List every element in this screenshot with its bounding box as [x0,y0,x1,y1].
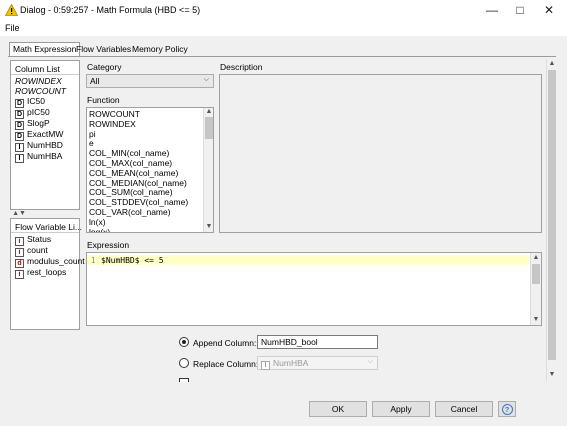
dialog-scrollbar[interactable]: ▲ ▼ [546,59,556,381]
function-item[interactable]: ln(x) [89,217,106,227]
integer-type-icon: I [15,154,24,163]
line-number: 1 [91,256,96,265]
flow-variable-item[interactable]: i rest_loops [15,267,66,279]
function-item[interactable]: ROWINDEX [89,119,136,129]
tab-math-expression[interactable]: Math Expression [9,42,81,57]
scroll-down-icon[interactable]: ▼ [547,371,557,379]
integer-variable-icon: i [15,270,24,279]
scroll-up-icon[interactable]: ▲ [531,254,541,262]
function-item[interactable]: COL_MEDIAN(col_name) [89,178,187,188]
column-list-panel: Column List ROWINDEX ROWCOUNT D IC50 DpIC… [10,60,80,210]
function-list: ROWCOUNT ROWINDEX pi e COL_MIN(col_name) COL_… [86,107,214,233]
scroll-down-icon[interactable]: ▼ [531,316,541,324]
minimize-icon[interactable]: — [480,2,504,19]
append-column-label: Append Column: [193,338,257,348]
replace-column-select[interactable]: I NumHBA ⌵ [257,356,378,370]
ok-button[interactable]: OK [309,401,367,417]
function-item[interactable]: e [89,138,94,148]
scroll-thumb[interactable] [205,117,213,139]
column-list-header: Column List [15,64,60,74]
append-column-radio[interactable] [179,337,189,347]
category-select[interactable]: All ⌵ [86,74,214,88]
window-title: Dialog - 0:59:257 - Math Formula (HBD <=… [20,5,201,15]
category-label: Category [87,62,122,72]
apply-button[interactable]: Apply [372,401,430,417]
help-icon: ? [501,404,513,415]
expression-scrollbar[interactable]: ▲ ▼ [530,253,541,325]
chevron-down-icon: ⌵ [203,76,209,83]
function-scrollbar[interactable]: ▲ ▼ [203,108,213,232]
tab-flow-variables[interactable]: Flow Variables [73,43,134,56]
function-item[interactable]: COL_SUM(col_name) [89,187,173,197]
replace-column-radio[interactable] [179,358,189,368]
column-item[interactable]: ROWCOUNT [15,86,66,96]
description-label: Description [220,62,263,72]
expression-editor[interactable]: 1 $NumHBD$ <= 5 ▲ ▼ [86,252,542,326]
function-item[interactable]: ROWCOUNT [89,109,140,119]
menu-file[interactable]: File [5,23,20,33]
description-area [219,74,542,233]
scroll-thumb[interactable] [548,70,556,360]
scroll-up-icon[interactable]: ▲ [204,108,213,116]
category-selected-value: All [90,76,100,86]
replace-column-label: Replace Column: [193,359,259,369]
function-item[interactable]: COL_MAX(col_name) [89,158,172,168]
cancel-button[interactable]: Cancel [435,401,493,417]
function-item[interactable]: log(x) [89,227,110,232]
chevron-down-icon: ⌵ [367,358,373,365]
function-label: Function [87,95,120,105]
replace-column-value: NumHBA [273,358,309,368]
tab-memory-policy[interactable]: Memory Policy [129,43,191,56]
flow-variable-header: Flow Variable Li... [15,222,82,232]
checkbox-partial[interactable] [179,378,189,382]
append-column-input[interactable]: NumHBD_bool [257,335,378,349]
title-bar: Dialog - 0:59:257 - Math Formula (HBD <=… [0,0,567,22]
splitter-handle[interactable]: ▲▼ [12,210,26,218]
header-divider [11,74,79,75]
function-item[interactable]: COL_MIN(col_name) [89,148,169,158]
expression-label: Expression [87,240,130,250]
function-item[interactable]: pi [89,129,96,139]
function-item[interactable]: COL_STDDEV(col_name) [89,197,188,207]
expression-text[interactable]: $NumHBD$ <= 5 [101,256,164,265]
scroll-down-icon[interactable]: ▼ [204,223,213,231]
column-item[interactable]: I NumHBA [15,151,62,163]
column-item[interactable]: ROWINDEX [15,76,62,86]
flow-variable-panel: Flow Variable Li... i Status i count d modu… [10,218,85,330]
help-button[interactable]: ? [498,401,516,417]
close-icon[interactable]: ✕ [537,2,561,19]
menu-bar: File [0,22,567,36]
scroll-thumb[interactable] [532,264,540,284]
function-item[interactable]: COL_MEAN(col_name) [89,168,178,178]
function-item[interactable]: COL_VAR(col_name) [89,207,171,217]
header-divider [11,232,79,233]
maximize-icon[interactable]: □ [508,2,532,19]
integer-type-icon: I [261,361,270,370]
scroll-up-icon[interactable]: ▲ [547,60,557,68]
warning-icon [5,4,18,16]
